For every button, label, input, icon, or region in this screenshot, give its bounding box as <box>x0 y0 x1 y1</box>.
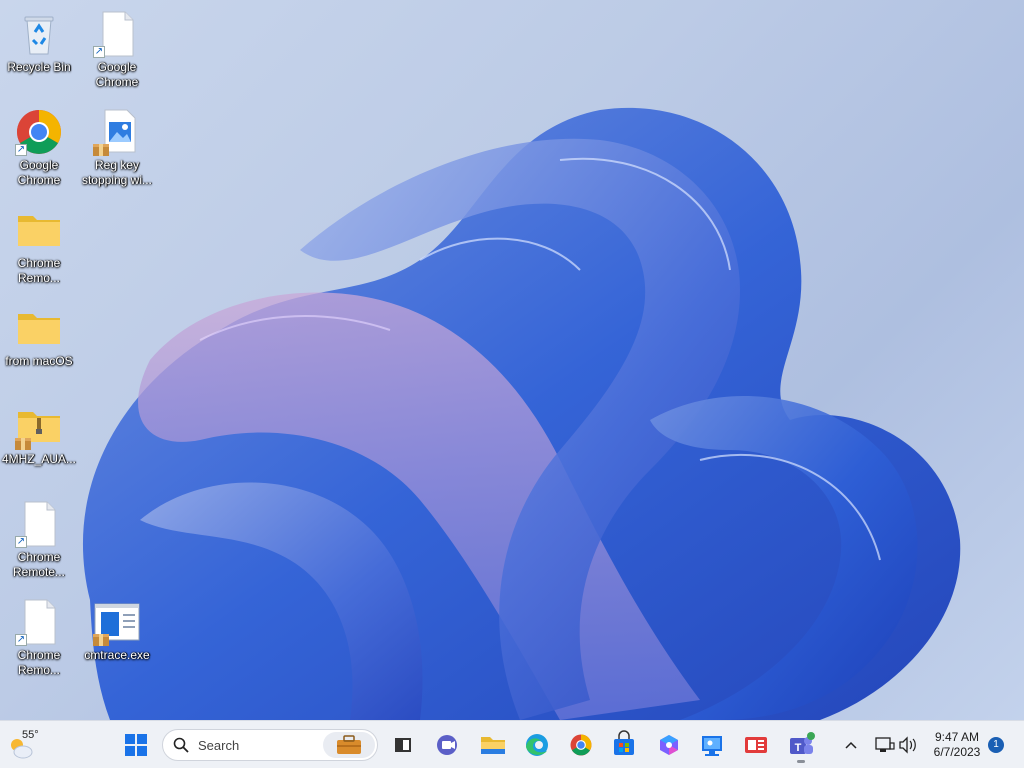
file-shortcut-icon: ↗ <box>93 10 141 58</box>
file-shortcut-icon: ↗ <box>15 598 63 646</box>
package-badge-icon <box>93 144 109 156</box>
windows-start-icon <box>125 734 147 756</box>
briefcase-icon <box>337 735 361 754</box>
network-icon <box>875 737 895 752</box>
desktop-icon-label: from macOS <box>5 354 73 368</box>
package-badge-icon <box>93 634 109 646</box>
desktop-icon-google-chrome[interactable]: ↗ Google Chrome <box>0 104 78 194</box>
desktop-icon-from-macos-folder[interactable]: from macOS <box>0 300 78 390</box>
search-icon <box>173 737 189 753</box>
news-icon <box>745 737 767 753</box>
desktop-icon-label: Recycle Bin <box>7 60 71 74</box>
desktop-icon-label: cmtrace.exe <box>84 648 150 662</box>
teams-icon: T <box>790 732 815 754</box>
show-hidden-icons-button[interactable] <box>836 727 866 763</box>
weather-widget[interactable]: 55° <box>8 729 48 761</box>
task-view-button[interactable] <box>385 727 421 763</box>
taskbar-app-chrome[interactable] <box>563 727 599 763</box>
taskbar-search[interactable]: Search <box>162 729 378 761</box>
folder-icon <box>15 206 63 254</box>
chevron-up-icon <box>845 741 857 749</box>
tray-icons <box>875 736 916 754</box>
folder-icon <box>481 737 505 754</box>
clock-date: 6/7/2023 <box>933 745 981 759</box>
desktop-icon-label: 4MHZ_AUA... <box>2 452 77 466</box>
desktop-icon-google-chrome-shortcut[interactable]: ↗ Google Chrome <box>78 6 156 96</box>
desktop-icon-label: Google Chrome <box>95 60 139 89</box>
taskbar-app-meet[interactable] <box>430 727 466 763</box>
file-shortcut-icon: ↗ <box>15 500 63 548</box>
shortcut-arrow-icon: ↗ <box>93 46 105 58</box>
desktop-icon-recycle-bin[interactable]: Recycle Bin <box>0 6 78 96</box>
package-badge-icon <box>15 438 31 450</box>
desktop-icon-label: Reg key stopping wi... <box>81 158 153 187</box>
chrome-icon <box>570 734 592 756</box>
image-file-icon <box>93 108 141 156</box>
shortcut-arrow-icon: ↗ <box>15 634 27 646</box>
shortcut-arrow-icon: ↗ <box>15 536 27 548</box>
taskbar-app-copilot[interactable] <box>651 727 687 763</box>
desktop-icon-label: Google Chrome <box>17 158 61 187</box>
desktop-icon-chrome-remote-shortcut[interactable]: ↗ Chrome Remote... <box>0 496 78 586</box>
desktop-icon-label: Chrome Remote... <box>12 550 66 579</box>
tray-clock[interactable]: 9:47 AM 6/7/2023 <box>928 730 986 760</box>
weather-temp: 55° <box>22 729 39 741</box>
taskbar-app-edge[interactable] <box>519 727 555 763</box>
desktop-icon-reg-key-image[interactable]: Reg key stopping wi... <box>78 104 156 194</box>
app-window-icon <box>93 598 141 646</box>
recycle-bin-icon <box>15 10 63 58</box>
search-placeholder: Search <box>198 738 240 753</box>
quick-settings-button[interactable] <box>870 727 922 763</box>
notification-badge[interactable]: 1 <box>988 737 1004 753</box>
desktop-icon-chrome-remo-shortcut[interactable]: ↗ Chrome Remo... <box>0 594 78 684</box>
store-icon <box>614 730 634 755</box>
desktop-icon-zip-folder[interactable]: 4MHZ_AUA... <box>0 398 78 488</box>
edge-icon <box>526 734 548 756</box>
remote-desktop-icon <box>702 736 722 756</box>
desktop-icon-label: Chrome Remo... <box>17 648 61 677</box>
copilot-icon <box>660 735 678 755</box>
taskbar-app-store[interactable] <box>606 727 642 763</box>
taskbar-app-teams[interactable]: T <box>783 727 819 763</box>
desktop-icon-chrome-remote-folder[interactable]: Chrome Remo... <box>0 202 78 292</box>
chrome-icon: ↗ <box>15 108 63 156</box>
desktop-icon-label: Chrome Remo... <box>17 256 61 285</box>
taskbar-app-file-explorer[interactable] <box>475 727 511 763</box>
taskbar-app-remote-desktop[interactable] <box>694 727 730 763</box>
folder-icon <box>15 304 63 352</box>
taskbar: 55° Search T 9:47 AM 6/7/2023 1 <box>0 720 1024 768</box>
volume-icon <box>899 736 916 754</box>
taskbar-app-news[interactable] <box>738 727 774 763</box>
desktop-icon-cmtrace[interactable]: cmtrace.exe <box>78 594 156 684</box>
zip-folder-icon <box>15 402 63 450</box>
desktop[interactable]: Recycle Bin ↗ Google Chrome ↗ Google Chr… <box>0 0 1024 720</box>
start-button[interactable] <box>118 727 154 763</box>
svg-text:T: T <box>795 742 802 754</box>
shortcut-arrow-icon: ↗ <box>15 144 27 156</box>
running-indicator <box>797 760 805 763</box>
clock-time: 9:47 AM <box>934 730 980 744</box>
video-chat-icon <box>437 735 457 755</box>
search-highlight <box>323 732 375 758</box>
task-view-icon <box>395 738 411 752</box>
